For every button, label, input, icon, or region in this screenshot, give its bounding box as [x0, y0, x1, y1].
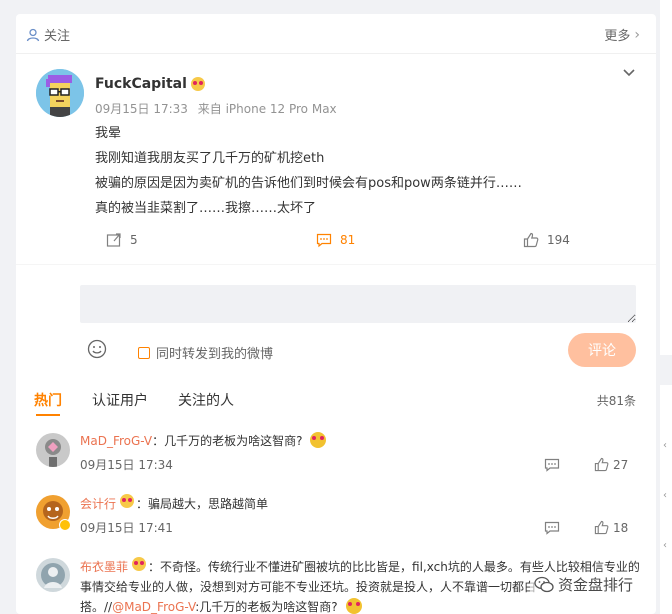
divider [16, 264, 656, 265]
reply-button[interactable] [544, 458, 564, 472]
card-header: 关注 更多 › [16, 14, 656, 54]
comment-time: 09月15日 17:34 [80, 458, 173, 472]
thumbs-up-icon [523, 232, 539, 248]
commenter-avatar[interactable] [36, 558, 70, 592]
emoji-smile-icon[interactable] [87, 339, 107, 359]
tab-verified-users[interactable]: 认证用户 [92, 390, 148, 410]
comment-icon [316, 233, 332, 248]
user-icon [26, 28, 40, 41]
chevron-down-icon[interactable] [622, 66, 636, 82]
sidebar-glyph: ‹ [663, 540, 667, 551]
comment-like-button[interactable]: 18 [594, 520, 628, 535]
comment-text: MaD_FroG-V：几千万的老板为啥这智商? [80, 431, 327, 451]
chevron-right-icon: › [634, 26, 640, 43]
commenter-name[interactable]: 会计行 [80, 497, 116, 511]
right-sidebar-strip [660, 0, 672, 614]
more-link[interactable]: 更多 › [604, 25, 640, 45]
post-actions: 5 81 194 [16, 232, 656, 254]
follow-tag[interactable]: 关注 [26, 25, 70, 44]
author-avatar[interactable] [36, 69, 84, 117]
reply-button[interactable] [544, 521, 564, 535]
thumbs-up-icon [594, 457, 609, 472]
comment-total: 共81条 [596, 394, 636, 408]
commenter-avatar[interactable] [36, 433, 70, 467]
post-text-line: 我晕 [95, 126, 122, 141]
post-text-line: 真的被当韭菜割了……我擦……太坏了 [95, 201, 317, 216]
watermark: 资金盘排行 [530, 572, 638, 597]
thinking-emoji-icon [310, 432, 327, 448]
weibo-post-card: 关注 更多 › FuckCapital 09月15日 17:33 来自 iPho… [16, 14, 656, 614]
watermark-text: 资金盘排行 [558, 576, 634, 594]
comment-button[interactable]: 81 [316, 232, 355, 248]
post-text-line: 被骗的原因是因为卖矿机的告诉他们到时候会有pos和pow两条链并行…… [95, 176, 522, 191]
thinking-emoji-icon [345, 598, 362, 614]
tab-hot[interactable]: 热门 [34, 390, 62, 416]
comment-like-button[interactable]: 27 [594, 457, 628, 472]
heart-eyes-emoji-icon [190, 77, 205, 91]
author-name[interactable]: FuckCapital [95, 76, 205, 92]
commenter-name[interactable]: 布衣墨菲 [80, 560, 128, 574]
post-source: 来自 iPhone 12 Pro Max [197, 102, 337, 116]
sidebar-glyph: ‹ [663, 440, 667, 451]
post-meta: 09月15日 17:33 来自 iPhone 12 Pro Max [95, 100, 343, 117]
comment-input[interactable] [80, 285, 636, 323]
submit-comment-button[interactable]: 评论 [568, 333, 636, 367]
sidebar-glyph: ‹ [663, 490, 667, 501]
repost-icon [106, 233, 121, 247]
repost-button[interactable]: 5 [106, 232, 138, 248]
comment-icon [544, 458, 560, 472]
wechat-icon [534, 576, 554, 592]
heart-eyes-emoji-icon [120, 494, 135, 508]
post-text-line: 我刚知道我朋友买了几千万的矿机挖eth [95, 151, 325, 166]
comment-time: 09月15日 17:41 [80, 521, 173, 535]
comment-tabs: 热门 认证用户 关注的人 共81条 [16, 390, 656, 416]
comment-icon [544, 521, 560, 535]
thumbs-up-icon [594, 520, 609, 535]
commenter-name[interactable]: MaD_FroG-V [80, 434, 152, 448]
post-date[interactable]: 09月15日 17:33 [95, 102, 188, 116]
checkbox-box[interactable] [138, 346, 150, 359]
heart-eyes-emoji-icon [132, 557, 147, 571]
like-button[interactable]: 194 [523, 232, 570, 248]
comment-text: 会计行 ：骗局越大，思路越简单 [80, 494, 268, 514]
repost-to-my-weibo-checkbox[interactable]: 同时转发到我的微博 [138, 343, 273, 362]
repost-checkbox-label: 同时转发到我的微博 [156, 347, 274, 362]
mention-link[interactable]: @MaD_FroG-V [112, 600, 195, 614]
verified-badge-icon [59, 519, 71, 531]
follow-label: 关注 [44, 29, 71, 44]
more-label: 更多 [604, 29, 631, 44]
tab-following[interactable]: 关注的人 [178, 390, 234, 410]
